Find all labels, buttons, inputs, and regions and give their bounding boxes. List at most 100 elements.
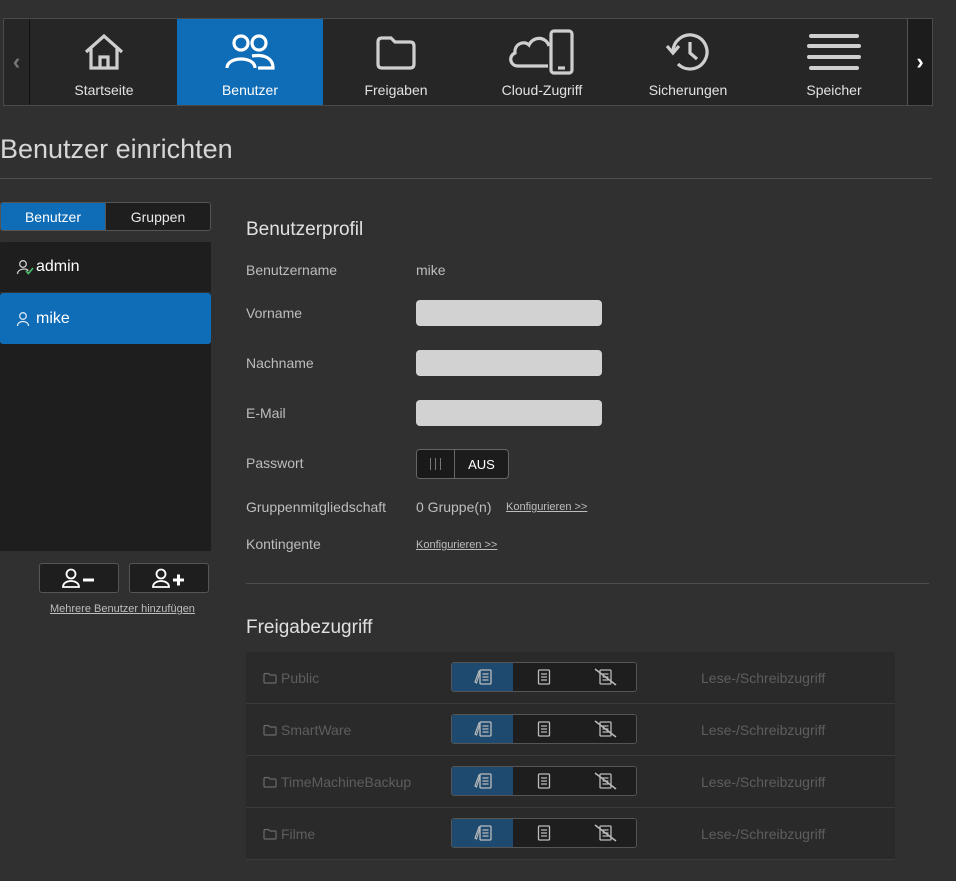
nav-label: Freigaben xyxy=(364,82,428,98)
folder-icon xyxy=(263,672,277,684)
access-level-label: Lese-/Schreibzugriff xyxy=(701,721,826,738)
no-access-button[interactable] xyxy=(574,715,636,743)
read-write-button[interactable] xyxy=(452,819,514,847)
access-level-selector xyxy=(451,766,637,796)
nav-item-benutzer[interactable]: Benutzer xyxy=(177,19,323,105)
user-icon xyxy=(16,310,34,328)
read-only-button[interactable] xyxy=(513,767,575,795)
access-level-selector xyxy=(451,818,637,848)
read-only-button[interactable] xyxy=(513,663,575,691)
list-item-user-mike[interactable]: mike xyxy=(0,293,211,344)
access-level-label: Lese-/Schreibzugriff xyxy=(701,825,826,842)
access-level-label: Lese-/Schreibzugriff xyxy=(701,773,826,790)
nav-item-startseite[interactable]: Startseite xyxy=(31,19,177,105)
read-only-button[interactable] xyxy=(513,819,575,847)
nav-next-arrow[interactable]: › xyxy=(907,19,932,105)
no-access-icon xyxy=(594,720,617,738)
no-access-button[interactable] xyxy=(574,663,636,691)
nav-item-freigaben[interactable]: Freigaben xyxy=(323,19,469,105)
remove-user-button[interactable] xyxy=(39,563,119,593)
table-row: TimeMachineBackup Lese-/Schreibzugriff xyxy=(246,756,895,808)
configure-groups-link[interactable]: Konfigurieren >> xyxy=(506,501,587,513)
read-only-icon xyxy=(537,721,551,737)
nav-item-speicher[interactable]: Speicher xyxy=(761,19,907,105)
users-icon xyxy=(222,27,278,77)
cloud-device-icon xyxy=(506,27,578,77)
read-write-icon xyxy=(473,669,492,685)
nav-label: Benutzer xyxy=(221,82,279,98)
storage-icon xyxy=(806,27,862,77)
home-icon xyxy=(82,27,126,77)
read-only-icon xyxy=(537,825,551,841)
share-access-title: Freigabezugriff xyxy=(246,617,373,638)
read-write-button[interactable] xyxy=(452,663,514,691)
top-navigation: ‹ Startseite Benutzer Freigaben Cloud-Zu… xyxy=(3,18,933,106)
nav-items: Startseite Benutzer Freigaben Cloud-Zugr… xyxy=(31,19,907,105)
read-write-icon xyxy=(473,825,492,841)
configure-quota-link[interactable]: Konfigurieren >> xyxy=(416,539,497,551)
lastname-label: Nachname xyxy=(246,355,314,371)
username-value: mike xyxy=(416,262,446,278)
folder-icon xyxy=(263,828,277,840)
nav-label: Cloud-Zugriff xyxy=(501,82,583,98)
user-list: admin mike xyxy=(0,242,211,551)
email-field[interactable] xyxy=(416,400,602,426)
user-name: mike xyxy=(36,309,70,327)
share-name: Filme xyxy=(263,808,315,859)
read-write-button[interactable] xyxy=(452,715,514,743)
no-access-button[interactable] xyxy=(574,819,636,847)
folder-icon xyxy=(263,776,277,788)
read-only-icon xyxy=(537,669,551,685)
group-membership-label: Gruppenmitgliedschaft xyxy=(246,499,387,515)
no-access-icon xyxy=(594,824,617,842)
access-level-selector xyxy=(451,662,637,692)
nav-item-cloud-zugriff[interactable]: Cloud-Zugriff xyxy=(469,19,615,105)
user-group-switch: Benutzer Gruppen xyxy=(0,202,211,231)
email-label: E-Mail xyxy=(246,405,286,421)
add-multiple-users-link[interactable]: Mehrere Benutzer hinzufügen xyxy=(50,603,195,615)
password-label: Passwort xyxy=(246,455,304,471)
history-icon xyxy=(664,27,712,77)
nav-item-sicherungen[interactable]: Sicherungen xyxy=(615,19,761,105)
folder-icon xyxy=(374,27,418,77)
table-row: Filme Lese-/Schreibzugriff xyxy=(246,808,895,860)
nav-label: Sicherungen xyxy=(648,82,728,98)
nav-label: Speicher xyxy=(806,82,862,98)
admin-user-icon xyxy=(16,258,34,276)
tab-users[interactable]: Benutzer xyxy=(1,203,105,230)
toggle-state: AUS xyxy=(468,456,495,472)
remove-user-icon xyxy=(62,568,94,588)
add-user-button[interactable] xyxy=(129,563,209,593)
firstname-field[interactable] xyxy=(416,300,602,326)
section-divider xyxy=(246,583,929,584)
tab-groups[interactable]: Gruppen xyxy=(105,203,210,230)
password-toggle[interactable]: AUS xyxy=(416,449,509,479)
read-only-button[interactable] xyxy=(513,715,575,743)
share-name: SmartWare xyxy=(263,704,351,755)
read-write-icon xyxy=(473,773,492,789)
toggle-knob-icon xyxy=(417,450,455,478)
nav-prev-arrow[interactable]: ‹ xyxy=(4,19,30,105)
title-divider xyxy=(0,178,932,179)
lastname-field[interactable] xyxy=(416,350,602,376)
no-access-icon xyxy=(594,772,617,790)
access-level-selector xyxy=(451,714,637,744)
share-name: Public xyxy=(263,652,319,703)
share-name: TimeMachineBackup xyxy=(263,756,411,807)
page-title: Benutzer einrichten xyxy=(0,134,233,164)
access-level-label: Lese-/Schreibzugriff xyxy=(701,669,826,686)
read-write-button[interactable] xyxy=(452,767,514,795)
user-name: admin xyxy=(36,258,80,275)
list-item-user-admin[interactable]: admin xyxy=(0,242,211,293)
nav-label: Startseite xyxy=(74,82,134,98)
no-access-icon xyxy=(594,668,617,686)
no-access-button[interactable] xyxy=(574,767,636,795)
profile-section-title: Benutzerprofil xyxy=(246,219,364,240)
folder-icon xyxy=(263,724,277,736)
read-write-icon xyxy=(473,721,492,737)
table-row: Public Lese-/Schreibzugriff xyxy=(246,652,895,704)
group-membership-value: 0 Gruppe(n) xyxy=(416,499,492,515)
read-only-icon xyxy=(537,773,551,789)
share-access-table: Public Lese-/Schreibzugriff SmartWare Le… xyxy=(246,652,895,860)
add-user-icon xyxy=(152,568,184,588)
